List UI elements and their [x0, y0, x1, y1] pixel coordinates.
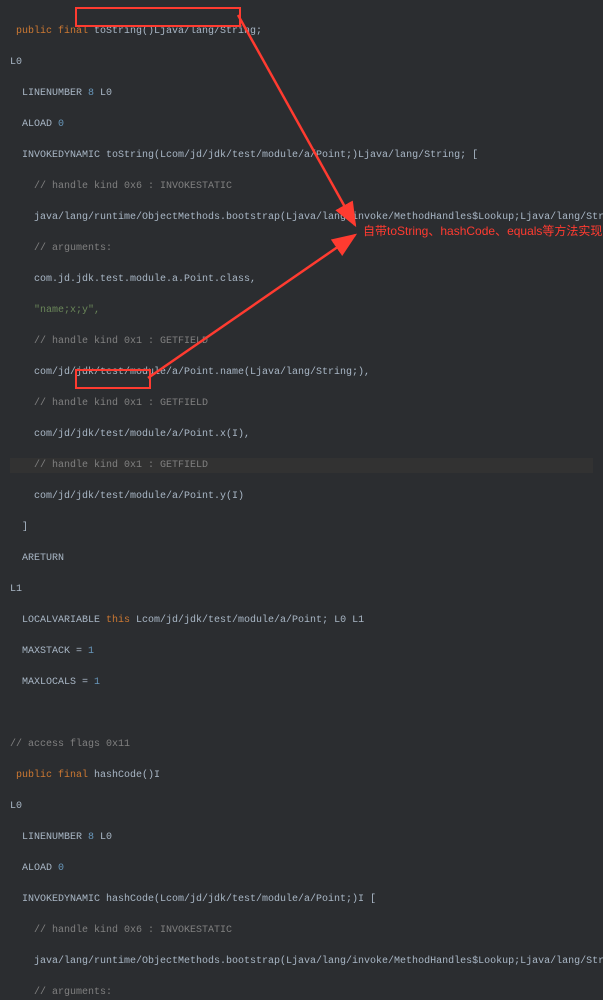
comment: // handle kind 0x1 : GETFIELD [10, 396, 593, 412]
arg-string: "name;x;y", [10, 303, 593, 319]
aload-idx: 0 [58, 863, 64, 874]
op-invokedynamic: INVOKEDYNAMIC hashCode(Lcom/jd/jdk/test/… [10, 892, 593, 908]
comment: // handle kind 0x6 : INVOKESTATIC [10, 923, 593, 939]
op-invokedynamic: INVOKEDYNAMIC toString(Lcom/jd/jdk/test/… [10, 148, 593, 164]
maxstack-val: 1 [88, 646, 94, 657]
arg: com.jd.jdk.test.module.a.Point.class, [10, 272, 593, 288]
aload-idx: 0 [58, 119, 64, 130]
arg: com/jd/jdk/test/module/a/Point.y(I) [10, 489, 593, 505]
op-maxstack: MAXSTACK = [22, 646, 88, 657]
maxlocals-val: 1 [94, 677, 100, 688]
op-linenumber: LINENUMBER [22, 832, 88, 843]
op-areturn: ARETURN [10, 551, 593, 567]
bracket-close: ] [10, 520, 593, 536]
method-sig-hashcode: hashCode()I [94, 770, 160, 781]
comment: // arguments: [10, 985, 593, 1000]
arg: com/jd/jdk/test/module/a/Point.name(Ljav… [10, 365, 593, 381]
comment: // handle kind 0x6 : INVOKESTATIC [10, 179, 593, 195]
op-linenumber: LINENUMBER [22, 88, 88, 99]
method-sig-tostring: toString()Ljava/lang/String; [94, 26, 262, 37]
op-aload: ALOAD [22, 119, 58, 130]
comment: // handle kind 0x1 : GETFIELD [10, 458, 593, 474]
label-l0: L0 [10, 799, 593, 815]
bootstrap-method: java/lang/runtime/ObjectMethods.bootstra… [10, 954, 593, 970]
op-maxlocals: MAXLOCALS = [22, 677, 94, 688]
kw-public: public final [10, 770, 94, 781]
localvar-rest: Lcom/jd/jdk/test/module/a/Point; L0 L1 [130, 615, 364, 626]
comment: // arguments: [10, 241, 593, 257]
label-l0: L0 [10, 55, 593, 71]
comment: // handle kind 0x1 : GETFIELD [10, 334, 593, 350]
label-l1: L1 [10, 582, 593, 598]
bytecode-viewer: public final toString()Ljava/lang/String… [0, 0, 603, 1000]
kw-public: public final [10, 26, 94, 37]
line-lbl: L0 [94, 832, 112, 843]
annotation-text: 自带toString、hashCode、equals等方法实现 [363, 222, 602, 241]
comment-access: // access flags 0x11 [10, 737, 593, 753]
arg: com/jd/jdk/test/module/a/Point.x(I), [10, 427, 593, 443]
line-lbl: L0 [94, 88, 112, 99]
op-aload: ALOAD [22, 863, 58, 874]
kw-this: this [106, 615, 130, 626]
op-localvar: LOCALVARIABLE [22, 615, 106, 626]
